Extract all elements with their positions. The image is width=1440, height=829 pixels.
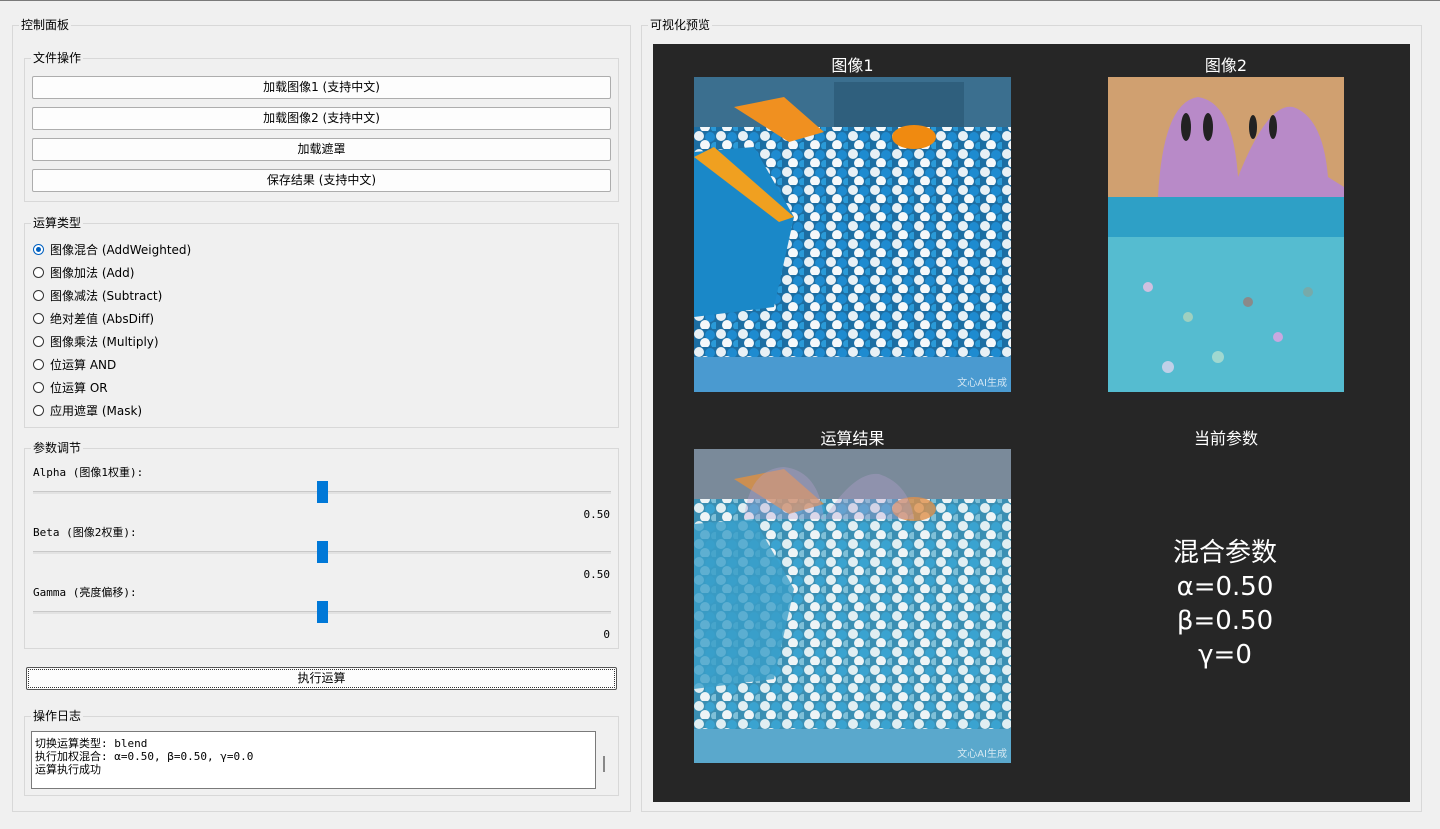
- load-mask-button[interactable]: 加载遮罩: [32, 138, 611, 161]
- image1-watermark: 文心AI生成: [957, 378, 1007, 389]
- params-line: γ=0: [1198, 640, 1252, 670]
- window-top-border: [0, 0, 1440, 1]
- image1-title: 图像1: [831, 56, 874, 75]
- radio-icon[interactable]: [33, 358, 44, 370]
- gamma-label: Gamma (亮度偏移):: [33, 586, 137, 599]
- log-line: 执行加权混合: α=0.50, β=0.50, γ=0.0: [35, 750, 254, 763]
- op-type-option-label: 图像加法 (Add): [50, 265, 135, 280]
- log-title: 操作日志: [31, 708, 84, 724]
- alpha-value: 0.50: [583, 508, 611, 521]
- execute-button[interactable]: 执行运算: [26, 667, 617, 690]
- image1-preview: 文心AI生成: [694, 77, 1011, 392]
- load-image2-button[interactable]: 加载图像2 (支持中文): [32, 107, 611, 130]
- params-line: β=0.50: [1176, 606, 1274, 636]
- op-type-option-label: 位运算 AND: [50, 357, 117, 372]
- op-type-option[interactable]: 位运算 AND: [33, 355, 116, 373]
- op-type-title: 运算类型: [31, 215, 84, 231]
- params-title-preview: 当前参数: [1193, 429, 1258, 448]
- log-line: 运算执行成功: [35, 763, 101, 776]
- beta-value: 0.50: [583, 568, 611, 581]
- pool-slide-image: [1108, 77, 1344, 392]
- control-panel-title: 控制面板: [19, 17, 72, 33]
- radio-icon[interactable]: [33, 312, 44, 324]
- image2-title: 图像2: [1204, 56, 1248, 75]
- op-type-option[interactable]: 位运算 OR: [33, 378, 108, 396]
- log-textarea[interactable]: 切换运算类型: blend 执行加权混合: α=0.50, β=0.50, γ=…: [31, 731, 596, 789]
- op-type-option[interactable]: 绝对差值 (AbsDiff): [33, 309, 154, 327]
- file-ops-title: 文件操作: [31, 50, 84, 66]
- op-type-option-label: 应用遮罩 (Mask): [50, 403, 143, 418]
- radio-icon[interactable]: [33, 381, 44, 393]
- ball-pit-image: [694, 77, 1011, 392]
- gamma-value: 0: [603, 628, 610, 641]
- op-type-option[interactable]: 图像混合 (AddWeighted): [33, 240, 191, 258]
- log-scrollbar-thumb[interactable]: [603, 756, 605, 772]
- beta-slider-handle[interactable]: [317, 541, 328, 563]
- alpha-label: Alpha (图像1权重):: [33, 466, 144, 479]
- preview-canvas: 图像1 图像2 文心AI生成 运算结果 当前参数 文心AI生成: [653, 44, 1410, 802]
- current-params-text: 混合参数 α=0.50 β=0.50 γ=0: [1110, 536, 1340, 672]
- params-line: α=0.50: [1176, 572, 1274, 602]
- log-scrollbar[interactable]: [597, 731, 611, 789]
- op-type-option[interactable]: 应用遮罩 (Mask): [33, 401, 142, 419]
- gamma-slider-handle[interactable]: [317, 601, 328, 623]
- result-watermark: 文心AI生成: [957, 749, 1007, 760]
- radio-icon[interactable]: [33, 335, 44, 347]
- image2-preview: [1108, 77, 1344, 392]
- op-type-option[interactable]: 图像加法 (Add): [33, 263, 134, 281]
- op-type-option-label: 图像乘法 (Multiply): [50, 334, 159, 349]
- op-type-option-label: 位运算 OR: [50, 380, 108, 395]
- result-preview: 文心AI生成: [694, 449, 1011, 763]
- radio-icon[interactable]: [33, 289, 44, 301]
- preview-panel-title: 可视化预览: [648, 17, 713, 33]
- load-image1-button[interactable]: 加载图像1 (支持中文): [32, 76, 611, 99]
- save-result-button[interactable]: 保存结果 (支持中文): [32, 169, 611, 192]
- params-title: 参数调节: [31, 440, 84, 456]
- radio-icon[interactable]: [33, 404, 44, 416]
- radio-icon[interactable]: [33, 243, 44, 255]
- radio-icon[interactable]: [33, 266, 44, 278]
- op-type-option-label: 图像混合 (AddWeighted): [50, 242, 192, 257]
- log-line: 切换运算类型: blend: [35, 737, 148, 750]
- params-line: 混合参数: [1172, 538, 1277, 568]
- op-type-option-label: 图像减法 (Subtract): [50, 288, 163, 303]
- beta-label: Beta (图像2权重):: [33, 526, 137, 539]
- blended-result-image: [694, 449, 1011, 763]
- alpha-slider-handle[interactable]: [317, 481, 328, 503]
- op-type-option[interactable]: 图像乘法 (Multiply): [33, 332, 159, 350]
- result-title: 运算结果: [820, 429, 885, 448]
- op-type-option[interactable]: 图像减法 (Subtract): [33, 286, 162, 304]
- op-type-option-label: 绝对差值 (AbsDiff): [50, 311, 155, 326]
